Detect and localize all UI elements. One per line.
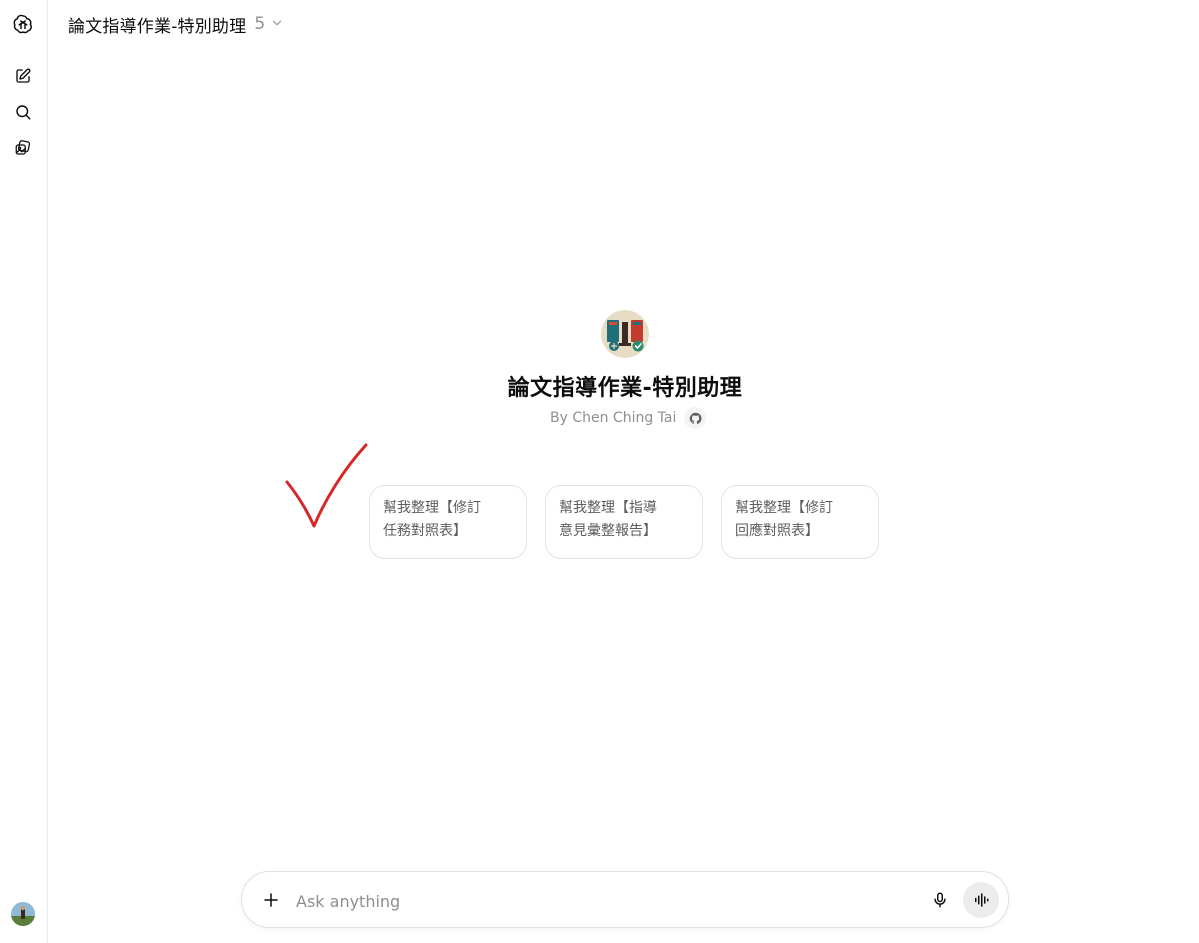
gpt-avatar (601, 310, 649, 358)
waveform-icon (975, 893, 989, 907)
suggestion-text-line: 幫我整理【指導 (559, 500, 657, 516)
search-icon[interactable] (9, 98, 37, 126)
header-title: 論文指導作業-特別助理 (68, 16, 247, 37)
chevron-down-icon (270, 15, 284, 34)
suggestion-card[interactable]: 幫我整理【指導 意見彙整報告】 (545, 485, 703, 559)
gpt-model-selector[interactable]: 論文指導作業-特別助理 5 (68, 11, 284, 37)
author-text: By Chen Ching Tai (550, 410, 677, 426)
github-icon[interactable] (684, 407, 707, 429)
prompt-input[interactable] (294, 886, 898, 916)
suggestion-text-line: 意見彙整報告】 (559, 523, 657, 539)
suggestion-text-line: 回應對照表】 (735, 523, 819, 539)
suggestion-text-line: 幫我整理【修訂 (383, 500, 481, 516)
gpt-byline: By Chen Ching Tai (550, 407, 707, 429)
microphone-icon[interactable] (926, 886, 954, 914)
sidebar-rail (0, 0, 48, 943)
user-avatar[interactable] (11, 902, 35, 926)
library-icon[interactable] (9, 134, 37, 162)
check-mark-annotation (285, 443, 368, 528)
plus-icon[interactable] (257, 886, 285, 914)
openai-logo-icon[interactable] (9, 10, 37, 38)
suggestion-card[interactable]: 幫我整理【修訂 任務對照表】 (369, 485, 527, 559)
app-window: 論文指導作業-特別助理 5 論文指導作業-特別助理 By Chen Ching … (0, 0, 1199, 943)
gpt-name: 論文指導作業-特別助理 (507, 376, 743, 401)
suggestion-text-line: 幫我整理【修訂 (735, 500, 833, 516)
suggestion-text-line: 任務對照表】 (383, 523, 467, 539)
voice-mode-button[interactable] (963, 882, 999, 918)
suggestion-card[interactable]: 幫我整理【修訂 回應對照表】 (721, 485, 879, 559)
header-version: 5 (254, 14, 266, 34)
new-chat-icon[interactable] (9, 62, 37, 90)
chat-composer (241, 871, 1009, 928)
